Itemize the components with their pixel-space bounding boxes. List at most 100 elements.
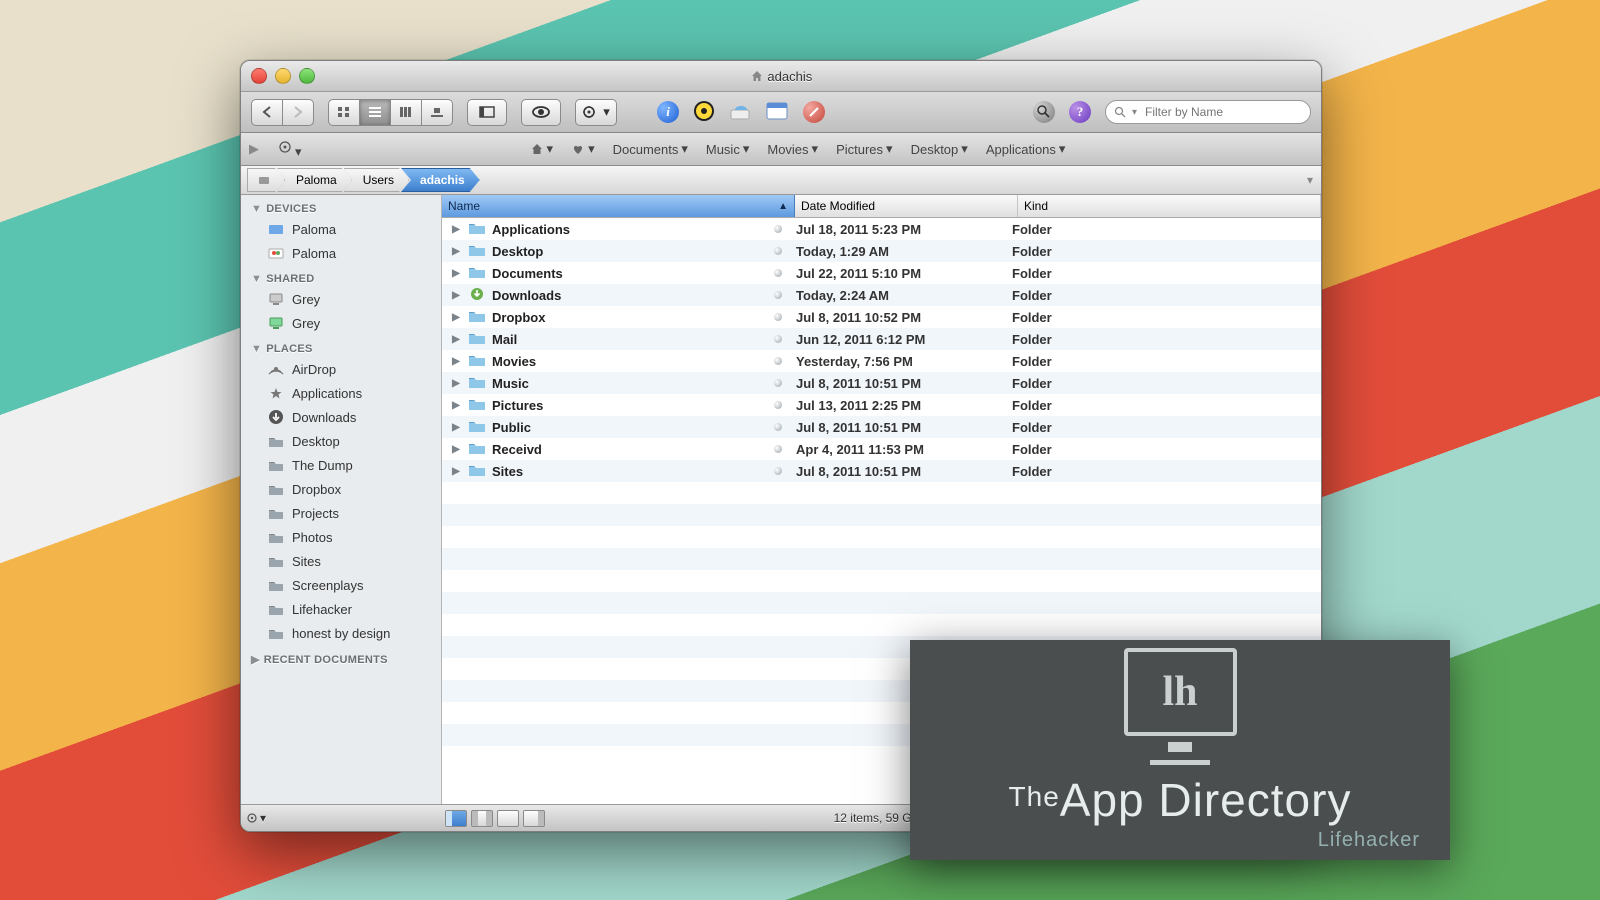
sidebar-width-icons[interactable] xyxy=(445,810,553,827)
file-row[interactable]: ▶SitesJul 8, 2011 10:51 PMFolder xyxy=(442,460,1321,482)
sidebar-section-recent documents[interactable]: ▶RECENT DOCUMENTS xyxy=(241,645,441,668)
file-row[interactable] xyxy=(442,570,1321,592)
sidebar-item-grey[interactable]: Grey xyxy=(241,311,441,335)
path-root[interactable] xyxy=(247,168,285,192)
file-row[interactable]: ▶MoviesYesterday, 7:56 PMFolder xyxy=(442,350,1321,372)
help-button[interactable]: ? xyxy=(1069,101,1091,123)
delete-button[interactable] xyxy=(803,101,825,123)
disclosure-icon[interactable]: ▶ xyxy=(450,246,462,257)
back-button[interactable] xyxy=(251,99,283,126)
fav-heart[interactable]: ▾ xyxy=(571,141,595,157)
disclosure-icon[interactable]: ▶ xyxy=(450,378,462,389)
sidebar-item-sites[interactable]: Sites xyxy=(241,549,441,573)
fav-documents[interactable]: Documents▾ xyxy=(613,141,688,157)
sidebar-item-photos[interactable]: Photos xyxy=(241,525,441,549)
fav-music[interactable]: Music▾ xyxy=(706,141,749,157)
window-button[interactable] xyxy=(765,101,789,124)
path-crumb-0[interactable]: Paloma xyxy=(277,168,352,192)
disclosure-icon[interactable]: ▶ xyxy=(450,356,462,367)
column-kind[interactable]: Kind xyxy=(1018,195,1321,217)
fav-desktop[interactable]: Desktop▾ xyxy=(911,141,968,157)
action-button[interactable]: ▾ xyxy=(575,99,617,126)
file-row[interactable]: ▶DocumentsJul 22, 2011 5:10 PMFolder xyxy=(442,262,1321,284)
file-row[interactable]: ▶DesktopToday, 1:29 AMFolder xyxy=(442,240,1321,262)
eject-icon[interactable] xyxy=(774,423,782,431)
sidebar-item-projects[interactable]: Projects xyxy=(241,501,441,525)
eject-icon[interactable] xyxy=(774,445,782,453)
file-row[interactable] xyxy=(442,482,1321,504)
sidebar-item-honest by design[interactable]: honest by design xyxy=(241,621,441,645)
forward-button[interactable] xyxy=(283,99,314,126)
sidebar-item-applications[interactable]: Applications xyxy=(241,381,441,405)
search-input[interactable] xyxy=(1143,104,1302,120)
file-row[interactable] xyxy=(442,614,1321,636)
file-row[interactable]: ▶ApplicationsJul 18, 2011 5:23 PMFolder xyxy=(442,218,1321,240)
eject-icon[interactable] xyxy=(774,467,782,475)
sidebar-section-shared[interactable]: ▼SHARED xyxy=(241,265,441,287)
search-button[interactable] xyxy=(1033,101,1055,123)
view-icons-button[interactable] xyxy=(328,99,360,126)
eject-icon[interactable] xyxy=(774,335,782,343)
disclosure-icon[interactable]: ▶ xyxy=(450,334,462,345)
file-row[interactable]: ▶MusicJul 8, 2011 10:51 PMFolder xyxy=(442,372,1321,394)
sidebar-item-dropbox[interactable]: Dropbox xyxy=(241,477,441,501)
disclosure-icon[interactable]: ▶ xyxy=(450,466,462,477)
column-date[interactable]: Date Modified xyxy=(795,195,1018,217)
file-row[interactable]: ▶ReceivdApr 4, 2011 11:53 PMFolder xyxy=(442,438,1321,460)
arrange-button[interactable] xyxy=(467,99,507,126)
titlebar[interactable]: adachis xyxy=(241,61,1321,92)
file-row[interactable] xyxy=(442,592,1321,614)
sidebar-item-paloma[interactable]: Paloma xyxy=(241,241,441,265)
eject-icon[interactable] xyxy=(774,225,782,233)
file-row[interactable] xyxy=(442,504,1321,526)
view-list-button[interactable] xyxy=(360,99,391,126)
disclosure-icon[interactable]: ▶ xyxy=(450,400,462,411)
sidebar-item-the dump[interactable]: The Dump xyxy=(241,453,441,477)
file-row[interactable] xyxy=(442,548,1321,570)
sidebar-item-downloads[interactable]: Downloads xyxy=(241,405,441,429)
sidebar-item-desktop[interactable]: Desktop xyxy=(241,429,441,453)
burn-button[interactable] xyxy=(693,100,715,125)
eject-icon[interactable] xyxy=(774,379,782,387)
path-crumb-2[interactable]: adachis xyxy=(401,168,480,192)
fav-movies[interactable]: Movies▾ xyxy=(767,141,818,157)
file-row[interactable]: ▶PicturesJul 13, 2011 2:25 PMFolder xyxy=(442,394,1321,416)
favorites-gear[interactable]: ▾ xyxy=(277,138,302,160)
fav-home[interactable]: ▾ xyxy=(530,141,554,157)
eject-icon[interactable] xyxy=(774,313,782,321)
disclosure-icon[interactable]: ▶ xyxy=(450,422,462,433)
quicklook-button[interactable] xyxy=(521,99,561,126)
disclosure-icon[interactable]: ▶ xyxy=(450,312,462,323)
idisk-button[interactable] xyxy=(729,100,751,125)
disclosure-icon[interactable]: ▶ xyxy=(450,444,462,455)
view-coverflow-button[interactable] xyxy=(422,99,453,126)
path-menu[interactable]: ▾ xyxy=(1299,173,1321,187)
file-row[interactable]: ▶PublicJul 8, 2011 10:51 PMFolder xyxy=(442,416,1321,438)
file-row[interactable]: ▶MailJun 12, 2011 6:12 PMFolder xyxy=(442,328,1321,350)
sidebar-item-lifehacker[interactable]: Lifehacker xyxy=(241,597,441,621)
eject-icon[interactable] xyxy=(774,401,782,409)
sidebar-item-airdrop[interactable]: AirDrop xyxy=(241,357,441,381)
disclosure-icon[interactable]: ▶ xyxy=(450,268,462,279)
eject-icon[interactable] xyxy=(774,291,782,299)
eject-icon[interactable] xyxy=(774,357,782,365)
disclosure-icon[interactable]: ▶ xyxy=(450,224,462,235)
view-columns-button[interactable] xyxy=(391,99,422,126)
disclosure-icon[interactable]: ▶ xyxy=(450,290,462,301)
column-name[interactable]: Name▲ xyxy=(442,195,795,217)
eject-icon[interactable] xyxy=(774,247,782,255)
info-button[interactable]: i xyxy=(657,101,679,123)
path-crumb-1[interactable]: Users xyxy=(344,168,409,192)
fav-applications[interactable]: Applications▾ xyxy=(986,141,1066,157)
file-row[interactable]: ▶DropboxJul 8, 2011 10:52 PMFolder xyxy=(442,306,1321,328)
sidebar-section-places[interactable]: ▼PLACES xyxy=(241,335,441,357)
sidebar-item-screenplays[interactable]: Screenplays xyxy=(241,573,441,597)
status-gear[interactable]: ▾ xyxy=(241,811,271,825)
sidebar-item-grey[interactable]: Grey xyxy=(241,287,441,311)
sidebar-section-devices[interactable]: ▼DEVICES xyxy=(241,195,441,217)
fav-pictures[interactable]: Pictures▾ xyxy=(836,141,893,157)
file-row[interactable]: ▶DownloadsToday, 2:24 AMFolder xyxy=(442,284,1321,306)
sidebar-item-paloma[interactable]: Paloma xyxy=(241,217,441,241)
file-row[interactable] xyxy=(442,526,1321,548)
eject-icon[interactable] xyxy=(774,269,782,277)
